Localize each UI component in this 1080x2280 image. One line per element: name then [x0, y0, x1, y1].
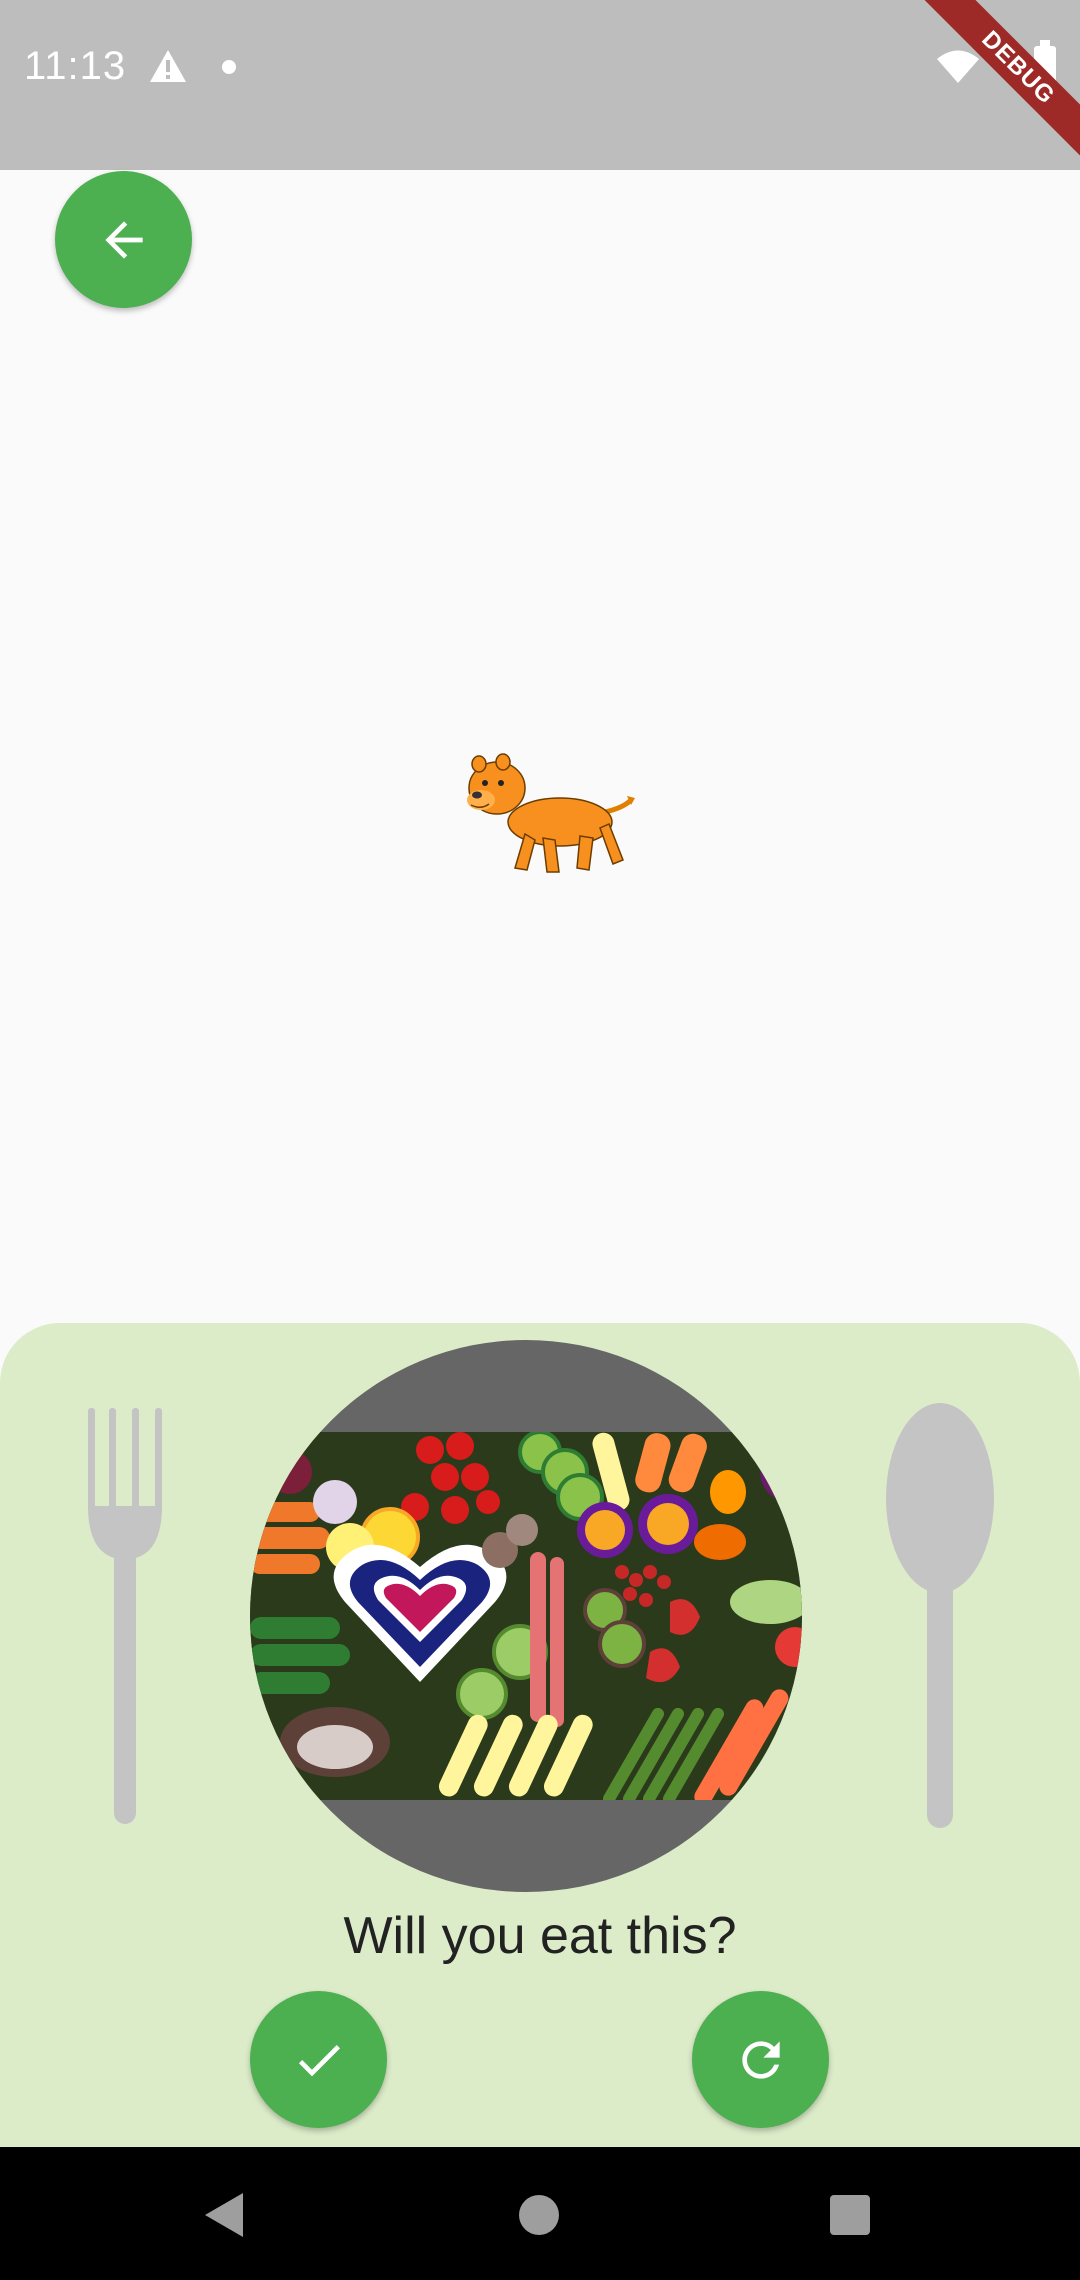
- notification-dot-icon: [222, 60, 236, 74]
- debug-label: DEBUG: [920, 0, 1080, 166]
- status-time: 11:13: [24, 44, 127, 88]
- debug-banner: DEBUG: [910, 0, 1080, 170]
- nav-back-icon[interactable]: [205, 2193, 245, 2237]
- check-icon: [298, 2044, 340, 2076]
- nav-recents-icon[interactable]: [830, 2195, 870, 2235]
- fork-icon: [88, 1408, 162, 1824]
- question-text: Will you eat this?: [343, 1907, 737, 1965]
- vegetables-fruits-image: [250, 1432, 802, 1800]
- back-button[interactable]: [55, 171, 192, 308]
- lion-illustration: [467, 753, 635, 873]
- refresh-button[interactable]: [692, 1991, 829, 2128]
- nav-home-icon[interactable]: [519, 2195, 559, 2235]
- warning-icon: [150, 50, 186, 82]
- spoon-icon: [886, 1403, 994, 1828]
- refresh-icon: [741, 2040, 780, 2079]
- arrow-left-icon: [104, 220, 143, 259]
- accept-button[interactable]: [250, 1991, 387, 2128]
- plate: [250, 1340, 802, 1892]
